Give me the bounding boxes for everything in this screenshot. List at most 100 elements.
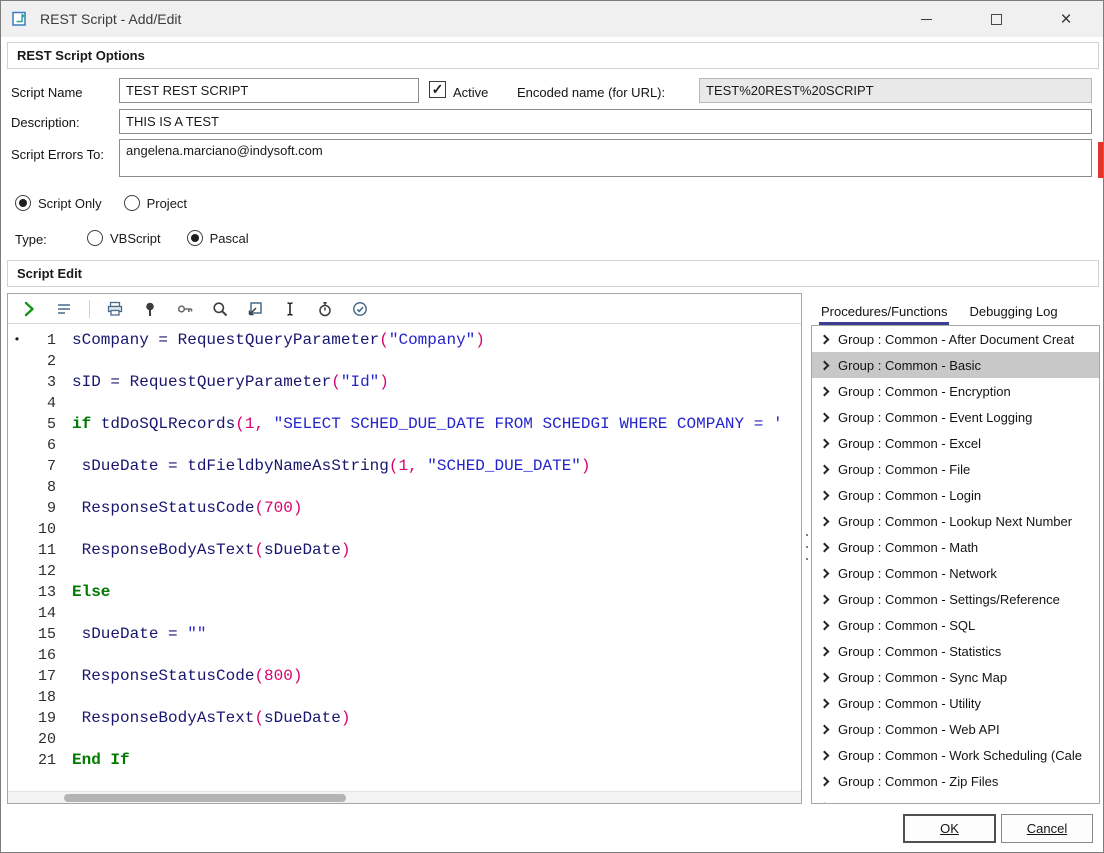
group-list-item[interactable]: [812, 794, 1099, 804]
script-errors-input[interactable]: [119, 139, 1092, 177]
chevron-right-icon[interactable]: [820, 802, 830, 804]
group-list-item[interactable]: Group : Common - SQL: [812, 612, 1099, 638]
syntax-check-icon[interactable]: [350, 299, 370, 319]
code-line[interactable]: •1sCompany = RequestQueryParameter("Comp…: [8, 330, 801, 351]
stopwatch-icon[interactable]: [315, 299, 335, 319]
chevron-right-icon[interactable]: [820, 490, 830, 500]
text-cursor-icon[interactable]: [280, 299, 300, 319]
chevron-right-icon[interactable]: [820, 334, 830, 344]
horizontal-scrollbar[interactable]: [8, 791, 801, 803]
chevron-right-icon[interactable]: [820, 620, 830, 630]
group-list-item[interactable]: Group : Common - Encryption: [812, 378, 1099, 404]
code-line[interactable]: 10: [8, 519, 801, 540]
app-icon: [11, 9, 31, 29]
splitter-grip[interactable]: [804, 534, 809, 560]
description-input[interactable]: [119, 109, 1092, 134]
line-marker: [8, 561, 26, 582]
group-list-item[interactable]: Group : Common - Settings/Reference: [812, 586, 1099, 612]
chevron-right-icon[interactable]: [820, 516, 830, 526]
close-button[interactable]: ×: [1051, 4, 1081, 34]
group-list-item[interactable]: Group : Common - Sync Map: [812, 664, 1099, 690]
project-radio[interactable]: [124, 195, 140, 211]
pin-icon[interactable]: [140, 299, 160, 319]
chevron-right-icon[interactable]: [820, 464, 830, 474]
group-list-item[interactable]: Group : Common - Statistics: [812, 638, 1099, 664]
code-line[interactable]: 21End If: [8, 750, 801, 771]
chevron-right-icon[interactable]: [820, 412, 830, 422]
ok-button[interactable]: OK: [903, 814, 996, 843]
chevron-right-icon[interactable]: [820, 698, 830, 708]
group-list-item[interactable]: Group : Common - After Document Creat: [812, 326, 1099, 352]
code-line[interactable]: 12: [8, 561, 801, 582]
script-only-radio[interactable]: [15, 195, 31, 211]
tab-debugging-log[interactable]: Debugging Log: [967, 298, 1059, 325]
code-line[interactable]: 15 sDueDate = "": [8, 624, 801, 645]
group-list-item[interactable]: Group : Common - Event Logging: [812, 404, 1099, 430]
group-list-item[interactable]: Group : Common - Login: [812, 482, 1099, 508]
chevron-right-icon[interactable]: [820, 750, 830, 760]
line-number: 4: [26, 393, 56, 414]
chevron-right-icon[interactable]: [820, 568, 830, 578]
group-list-item[interactable]: Group : Common - Work Scheduling (Cale: [812, 742, 1099, 768]
group-list-item[interactable]: Group : Common - Basic: [812, 352, 1099, 378]
group-list-item[interactable]: Group : Common - Network: [812, 560, 1099, 586]
chevron-right-icon[interactable]: [820, 360, 830, 370]
chevron-right-icon[interactable]: [820, 724, 830, 734]
key-icon[interactable]: [175, 299, 195, 319]
code-line-text: if tdDoSQLRecords(1, "SELECT SCHED_DUE_D…: [56, 414, 783, 435]
script-name-label: Script Name: [11, 85, 83, 100]
chevron-right-icon[interactable]: [820, 672, 830, 682]
chevron-right-icon[interactable]: [820, 386, 830, 396]
chevron-right-icon[interactable]: [820, 776, 830, 786]
code-line[interactable]: 7 sDueDate = tdFieldbyNameAsString(1, "S…: [8, 456, 801, 477]
code-line[interactable]: 5if tdDoSQLRecords(1, "SELECT SCHED_DUE_…: [8, 414, 801, 435]
search-icon[interactable]: [210, 299, 230, 319]
group-label: Group : Common - Statistics: [838, 644, 1001, 659]
pascal-radio[interactable]: [187, 230, 203, 246]
active-checkbox[interactable]: [429, 81, 446, 98]
group-list-item[interactable]: Group : Common - Zip Files: [812, 768, 1099, 794]
code-line[interactable]: 19 ResponseBodyAsText(sDueDate): [8, 708, 801, 729]
chevron-right-icon[interactable]: [820, 646, 830, 656]
run-icon[interactable]: [19, 299, 39, 319]
code-line[interactable]: 20: [8, 729, 801, 750]
chevron-right-icon[interactable]: [820, 594, 830, 604]
code-line[interactable]: 8: [8, 477, 801, 498]
code-line[interactable]: 4: [8, 393, 801, 414]
code-line[interactable]: 6: [8, 435, 801, 456]
code-line[interactable]: 13Else: [8, 582, 801, 603]
group-label: Group : Common - Lookup Next Number: [838, 514, 1072, 529]
scrollbar-thumb[interactable]: [64, 794, 346, 802]
group-label: Group : Common - Settings/Reference: [838, 592, 1060, 607]
group-list-item[interactable]: Group : Common - Utility: [812, 690, 1099, 716]
export-icon[interactable]: [245, 299, 265, 319]
vbscript-radio[interactable]: [87, 230, 103, 246]
code-line[interactable]: 2: [8, 351, 801, 372]
code-line[interactable]: 17 ResponseStatusCode(800): [8, 666, 801, 687]
script-name-input[interactable]: [119, 78, 419, 103]
code-line[interactable]: 9 ResponseStatusCode(700): [8, 498, 801, 519]
group-list-item[interactable]: Group : Common - File: [812, 456, 1099, 482]
group-list-item[interactable]: Group : Common - Excel: [812, 430, 1099, 456]
vbscript-option[interactable]: VBScript: [87, 230, 161, 246]
minimize-button[interactable]: [911, 4, 941, 34]
print-icon[interactable]: [105, 299, 125, 319]
project-option[interactable]: Project: [124, 195, 187, 211]
chevron-right-icon[interactable]: [820, 542, 830, 552]
lines-icon[interactable]: [54, 299, 74, 319]
cancel-button[interactable]: Cancel: [1001, 814, 1093, 843]
group-list-item[interactable]: Group : Common - Web API: [812, 716, 1099, 742]
code-area[interactable]: •1sCompany = RequestQueryParameter("Comp…: [8, 325, 801, 790]
group-list-item[interactable]: Group : Common - Math: [812, 534, 1099, 560]
pascal-option[interactable]: Pascal: [187, 230, 249, 246]
maximize-button[interactable]: [981, 4, 1011, 34]
code-line[interactable]: 16: [8, 645, 801, 666]
chevron-right-icon[interactable]: [820, 438, 830, 448]
code-line[interactable]: 18: [8, 687, 801, 708]
script-only-option[interactable]: Script Only: [15, 195, 102, 211]
code-line[interactable]: 14: [8, 603, 801, 624]
group-list-item[interactable]: Group : Common - Lookup Next Number: [812, 508, 1099, 534]
code-line[interactable]: 11 ResponseBodyAsText(sDueDate): [8, 540, 801, 561]
code-line[interactable]: 3sID = RequestQueryParameter("Id"): [8, 372, 801, 393]
tab-procedures-functions[interactable]: Procedures/Functions: [819, 298, 949, 325]
